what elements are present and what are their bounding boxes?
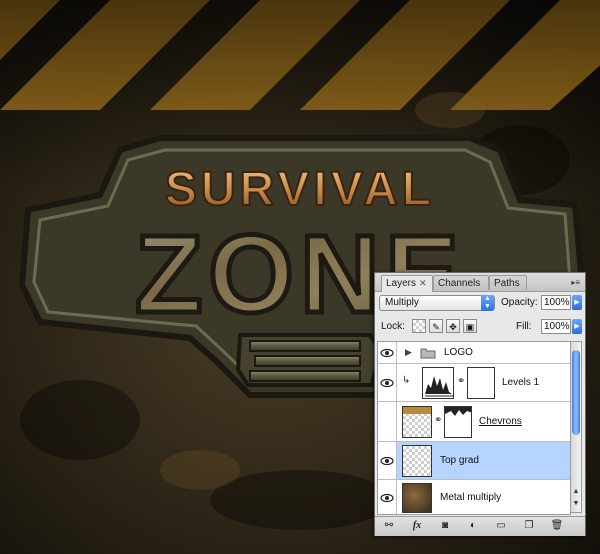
scroll-up-icon[interactable]: ▲ <box>571 488 581 498</box>
numeral-3 <box>249 340 361 382</box>
blend-mode-stepper-icon[interactable]: ▲ ▼ <box>481 295 494 311</box>
visibility-toggle[interactable] <box>378 442 397 479</box>
lock-image-pixels-icon[interactable]: ✎ <box>429 319 443 333</box>
layer-name: Levels 1 <box>502 377 540 388</box>
survival-title: SURVIVAL <box>165 163 435 216</box>
clipping-arrow-icon: ↳ <box>402 375 411 386</box>
layer-name: LOGO <box>444 347 473 358</box>
lock-all-icon[interactable]: ▣ <box>463 319 477 333</box>
folder-icon[interactable]: ▭ <box>491 519 511 533</box>
eye-icon <box>380 456 394 466</box>
layers-panel: Layers ✕ Channels Paths ▸≡ Multiply ▲ ▼ Op… <box>374 272 586 536</box>
fill-input[interactable]: 100% <box>541 319 571 334</box>
opacity-input[interactable]: 100% <box>541 295 571 310</box>
eye-icon <box>380 493 394 503</box>
layers-scrollbar[interactable]: ▲ ▼ <box>570 341 582 513</box>
blend-mode-select[interactable]: Multiply ▲ ▼ <box>379 295 495 311</box>
layer-name: Chevrons <box>479 416 522 427</box>
layer-row-levels-1[interactable]: ↳ ⚭ Levels 1 <box>378 364 570 402</box>
panel-menu-icon[interactable]: ▸≡ <box>571 278 580 287</box>
layer-name: Metal multiply <box>440 492 502 503</box>
layer-thumb <box>402 445 432 477</box>
tab-paths-label: Paths <box>494 278 520 289</box>
tab-paths[interactable]: Paths <box>489 275 527 290</box>
layer-thumb <box>402 406 432 438</box>
adjustment-icon[interactable]: ◐ <box>463 519 483 533</box>
layer-row-metal-multiply[interactable]: Metal multiply <box>378 480 570 514</box>
tab-layers[interactable]: Layers ✕ <box>381 275 433 292</box>
eye-icon <box>380 348 394 358</box>
chain-link-icon[interactable]: ⚭ <box>457 376 465 387</box>
visibility-toggle[interactable] <box>378 342 397 363</box>
layer-row-chevrons[interactable]: ⚭ Chevrons <box>378 402 570 442</box>
visibility-toggle[interactable] <box>378 402 397 441</box>
visibility-toggle[interactable] <box>378 480 397 514</box>
chain-link-icon[interactable]: ⚭ <box>434 415 442 426</box>
layer-mask-thumb[interactable] <box>444 406 472 438</box>
fx-label: fx <box>412 520 422 531</box>
tab-channels[interactable]: Channels <box>433 275 489 290</box>
trash-icon[interactable]: 🗑 <box>547 519 567 533</box>
tab-channels-label: Channels <box>438 278 481 289</box>
layer-thumb <box>402 483 432 513</box>
new-layer-icon[interactable]: ❐ <box>519 519 539 533</box>
layer-mask-thumb[interactable] <box>467 367 495 399</box>
opacity-label: Opacity: <box>501 297 538 308</box>
lock-transparent-pixels-icon[interactable] <box>412 319 426 333</box>
blend-mode-value: Multiply <box>385 297 419 308</box>
levels-adjustment-thumb-icon <box>422 367 454 399</box>
visibility-toggle[interactable] <box>378 364 397 401</box>
fx-icon[interactable]: fx <box>407 519 427 533</box>
tab-layers-label: Layers <box>386 278 417 289</box>
lock-label: Lock: <box>381 321 405 332</box>
folder-icon <box>420 348 436 359</box>
layer-row-top-grad[interactable]: Top grad <box>378 442 570 480</box>
layers-list: ▶ LOGO ↳ ⚭ Levels 1 ⚭ Chevrons Top grad … <box>377 341 571 515</box>
lock-position-icon[interactable]: ✥ <box>446 319 460 333</box>
opacity-slider-arrow-icon[interactable]: ▶ <box>572 295 582 310</box>
blend-row: Multiply ▲ ▼ Opacity: 100% ▶ <box>379 295 582 313</box>
close-icon[interactable]: ✕ <box>419 278 427 288</box>
panel-tab-bar: Layers ✕ Channels Paths ▸≡ <box>375 273 585 292</box>
panel-bottom-bar: ⚯ fx ◙ ◐ ▭ ❐ 🗑 <box>375 516 585 536</box>
link-icon[interactable]: ⚯ <box>379 519 399 533</box>
layer-name: Top grad <box>440 455 479 466</box>
scroll-down-icon[interactable]: ▼ <box>571 500 581 510</box>
lock-row: Lock: ✎ ✥ ▣ Fill: 100% ▶ <box>379 319 582 337</box>
layer-row-logo[interactable]: ▶ LOGO <box>378 342 570 364</box>
eye-icon <box>380 378 394 388</box>
mask-icon[interactable]: ◙ <box>435 519 455 533</box>
scroll-thumb[interactable] <box>572 350 580 435</box>
fill-slider-arrow-icon[interactable]: ▶ <box>572 319 582 334</box>
disclosure-triangle-icon[interactable]: ▶ <box>405 347 412 358</box>
fill-label: Fill: <box>516 321 532 332</box>
